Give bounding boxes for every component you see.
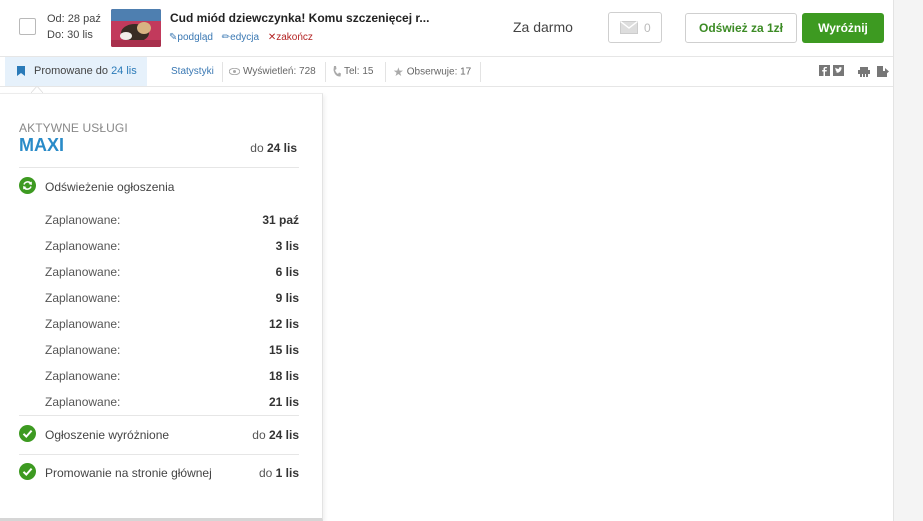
listing-info-bar: Promowane do 24 lis Statystyki Wyświetle… (0, 57, 893, 87)
panel-heading: AKTYWNE USŁUGI (19, 121, 128, 135)
promo-date: 24 lis (111, 65, 137, 77)
edit-link[interactable]: ✏edycja (222, 32, 259, 43)
stats-link[interactable]: Statystyki (171, 57, 214, 87)
schedule-row: Zaplanowane: 18 lis (45, 369, 299, 383)
views-stat: Wyświetleń: 728 (229, 57, 316, 87)
service-highlight: Ogłoszenie wyróżnione do 24 lis (19, 425, 299, 445)
schedule-row: Zaplanowane: 3 lis (45, 239, 299, 253)
phone-icon (333, 65, 341, 77)
start-date: Od: 28 paź (47, 13, 101, 25)
twitter-icon[interactable] (833, 65, 844, 76)
listing-card: Od: 28 paź Do: 30 lis Cud miód dziewczyn… (0, 0, 893, 521)
facebook-icon[interactable] (819, 65, 830, 76)
puppy-photo (111, 9, 161, 47)
bookmark-icon (17, 66, 25, 76)
listing-actions: ✎podgląd ✏edycja ✕zakończ (169, 32, 319, 43)
service-refresh: Odświeżenie ogłoszenia (19, 177, 299, 197)
package-name: MAXI (19, 135, 64, 155)
end-date: Do: 30 lis (47, 29, 93, 41)
schedule-row: Zaplanowane: 12 lis (45, 317, 299, 331)
phone-stat: Tel: 15 (333, 57, 373, 87)
watchers-stat: ★ Obserwuje: 17 (393, 57, 471, 87)
service-label: Ogłoszenie wyróżnione (45, 428, 170, 442)
print-icon[interactable] (858, 67, 870, 77)
listing-thumbnail[interactable] (111, 9, 161, 47)
service-homepage: Promowanie na stronie głównej do 1 lis (19, 463, 299, 483)
service-until: do 1 lis (258, 466, 299, 480)
messages-button[interactable]: 0 (608, 12, 662, 43)
divider (19, 415, 299, 416)
envelope-icon (620, 21, 638, 34)
dropdown-pointer (31, 86, 43, 93)
refresh-button[interactable]: Odśwież za 1zł (685, 13, 797, 43)
page-scroll-margin (893, 0, 923, 521)
end-link[interactable]: ✕zakończ (268, 32, 313, 43)
package-until: do 24 lis (250, 141, 297, 155)
preview-link[interactable]: ✎podgląd (169, 32, 213, 43)
promoted-until-toggle[interactable]: Promowane do 24 lis (5, 57, 147, 86)
schedule-row: Zaplanowane: 6 lis (45, 265, 299, 279)
schedule-row: Zaplanowane: 21 lis (45, 395, 299, 409)
listing-title[interactable]: Cud miód dziewczynka! Komu szczenięcej r… (170, 11, 429, 25)
listing-price: Za darmo (513, 19, 573, 35)
active-services-panel: AKTYWNE USŁUGI MAXI do 24 lis Odświeżeni… (0, 93, 323, 521)
select-checkbox[interactable] (19, 18, 36, 35)
highlight-button[interactable]: Wyróżnij (802, 13, 884, 43)
pencil-icon: ✏ (221, 32, 231, 43)
export-icon[interactable] (877, 66, 889, 77)
service-until: do 24 lis (252, 428, 299, 442)
refresh-icon (19, 177, 36, 194)
check-icon (19, 463, 36, 480)
service-label: Promowanie na stronie głównej (45, 466, 212, 480)
divider (385, 62, 386, 82)
divider (325, 62, 326, 82)
close-icon: ✕ (267, 32, 277, 43)
divider (222, 62, 223, 82)
listing-dates: Od: 28 paź Do: 30 lis (47, 11, 101, 43)
service-label: Odświeżenie ogłoszenia (45, 180, 175, 194)
divider (19, 167, 299, 168)
star-icon: ★ (393, 65, 404, 79)
schedule-row: Zaplanowane: 9 lis (45, 291, 299, 305)
divider (19, 454, 299, 455)
messages-count: 0 (644, 21, 651, 35)
schedule-row: Zaplanowane: 31 paź (45, 213, 299, 227)
schedule-row: Zaplanowane: 15 lis (45, 343, 299, 357)
eye-icon (229, 67, 240, 75)
listing-row: Od: 28 paź Do: 30 lis Cud miód dziewczyn… (0, 0, 893, 57)
promo-label: Promowane do (34, 65, 108, 77)
check-icon (19, 425, 36, 442)
divider (480, 62, 481, 82)
